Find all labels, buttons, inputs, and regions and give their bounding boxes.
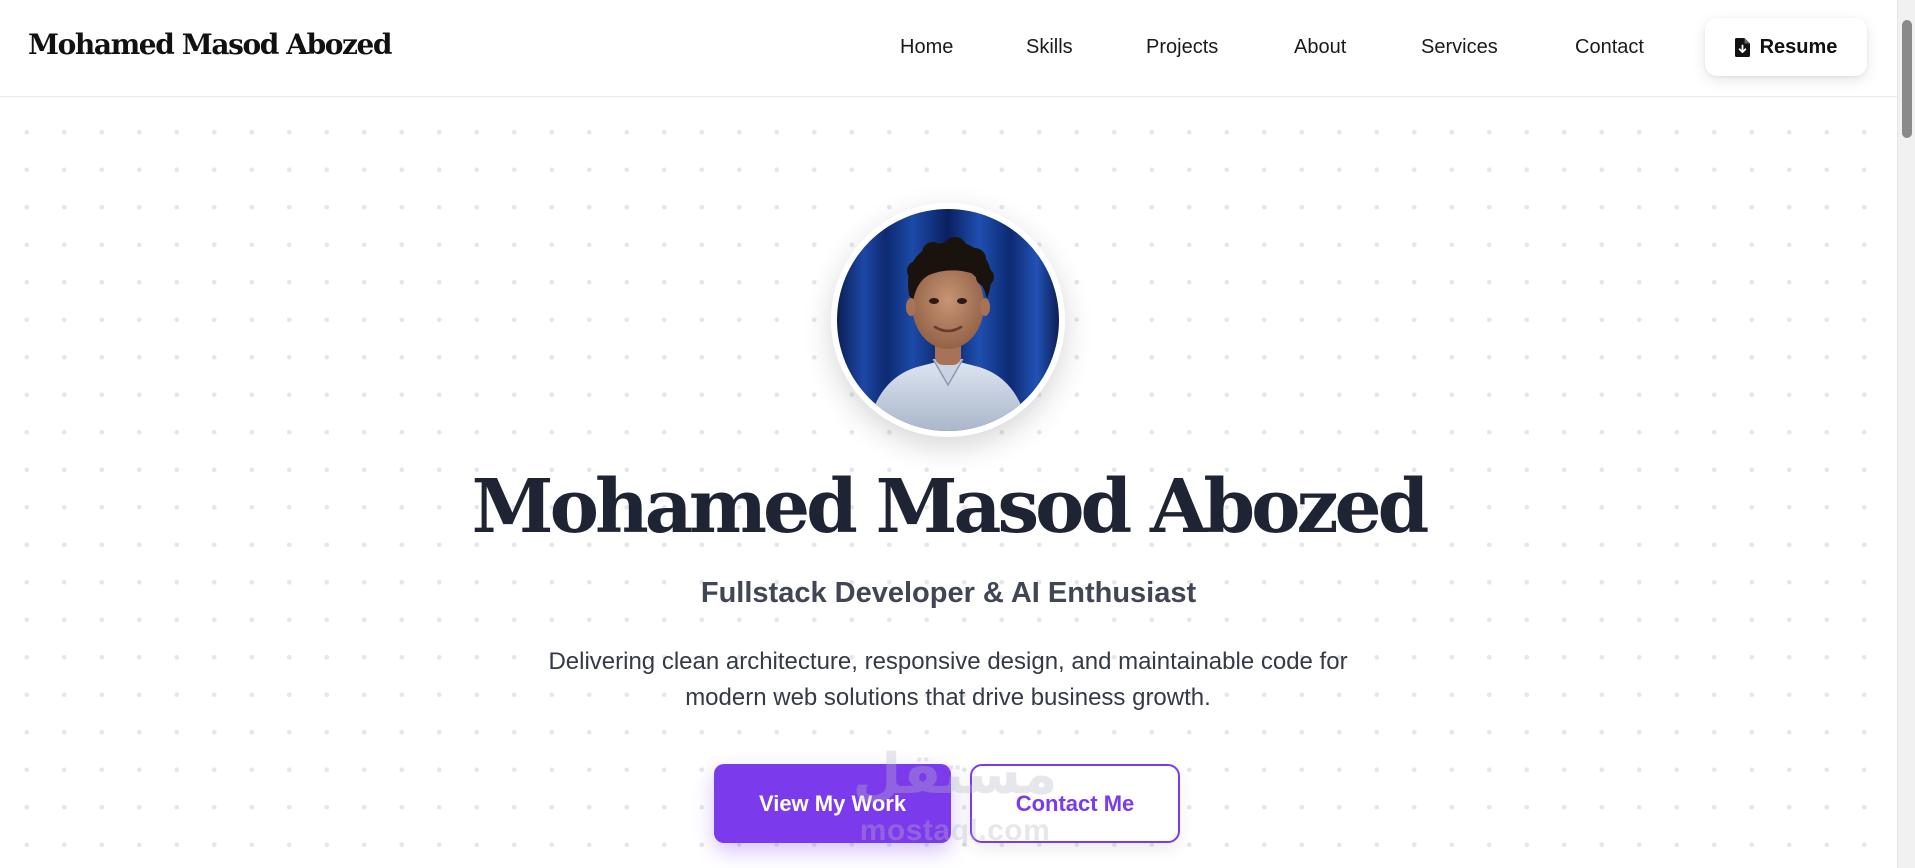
hero-name: Mohamed Masod Abozed <box>471 464 1430 550</box>
nav-contact[interactable]: Contact <box>1575 36 1644 59</box>
page-scrollbar[interactable] <box>1897 0 1915 868</box>
navbar: Mohamed Masod Abozed Home Skills Project… <box>0 0 1897 97</box>
brand-logo[interactable]: Mohamed Masod Abozed <box>28 28 393 61</box>
page: Mohamed Masod Abozed Home Skills Project… <box>0 0 1897 868</box>
nav-projects[interactable]: Projects <box>1146 36 1218 59</box>
nav-skills[interactable]: Skills <box>1026 36 1073 59</box>
hero-description: Delivering clean architecture, responsiv… <box>548 648 1348 711</box>
resume-button[interactable]: Resume <box>1705 18 1867 76</box>
nav-home[interactable]: Home <box>900 36 953 59</box>
nav-services[interactable]: Services <box>1421 36 1498 59</box>
scrollbar-thumb[interactable] <box>1902 20 1912 138</box>
avatar-frame <box>831 203 1065 437</box>
contact-me-button[interactable]: Contact Me <box>970 764 1180 843</box>
hero-subtitle: Fullstack Developer & AI Enthusiast <box>700 577 1197 609</box>
file-download-icon <box>1734 37 1750 57</box>
avatar <box>837 209 1059 431</box>
nav-about[interactable]: About <box>1294 36 1346 59</box>
resume-label: Resume <box>1759 35 1838 58</box>
view-work-button[interactable]: View My Work <box>714 764 951 843</box>
